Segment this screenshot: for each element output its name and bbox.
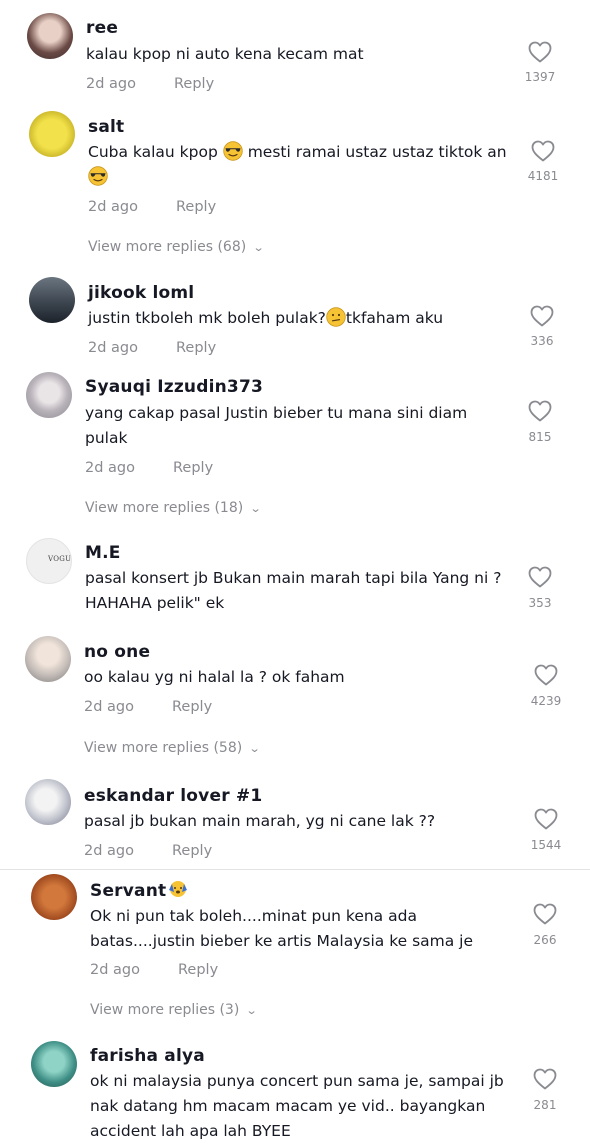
comment-meta: 2d ago Reply — [84, 699, 212, 715]
heart-outline-icon[interactable] — [534, 664, 558, 686]
comment-time: 2d ago — [86, 76, 136, 92]
comment-text-line: ok ni malaysia punya concert pun sama je… — [90, 1072, 504, 1090]
like-count: 281 — [533, 1098, 557, 1112]
like-count: 815 — [528, 430, 552, 444]
comment-text: ok ni malaysia punya concert pun sama je… — [90, 1069, 530, 1144]
heart-outline-icon[interactable] — [533, 1068, 557, 1090]
avatar[interactable] — [29, 277, 75, 323]
confused-face-emoji-icon — [326, 307, 346, 327]
avatar[interactable] — [31, 1041, 77, 1087]
comment-text-line: pasal konsert jb Bukan main marah tapi b… — [85, 569, 502, 587]
comment-text: pasal konsert jb Bukan main marah tapi b… — [85, 566, 525, 616]
heart-outline-icon[interactable] — [528, 400, 552, 422]
like-count: 266 — [533, 933, 557, 947]
view-more-replies-label: View more replies (68) — [88, 239, 247, 255]
comment-text: oo kalau yg ni halal la ? ok faham — [84, 668, 345, 686]
comment-text: pasal jb bukan main marah, yg ni cane la… — [84, 812, 436, 830]
reply-button[interactable]: Reply — [172, 843, 212, 859]
comment-meta: 2d ago Reply — [84, 843, 212, 859]
reply-button[interactable]: Reply — [176, 340, 216, 356]
like-count: 4239 — [530, 694, 562, 708]
comment-text-part: justin tkboleh mk boleh pulak? — [88, 309, 326, 327]
comment-text-line: HAHAHA pelik" ek — [85, 594, 225, 612]
username[interactable]: Syauqi Izzudin373 — [85, 377, 263, 397]
chevron-down-icon: ⌄ — [245, 1004, 258, 1017]
avatar[interactable] — [25, 636, 71, 682]
like-count: 336 — [530, 334, 554, 348]
reply-button[interactable]: Reply — [176, 199, 216, 215]
comment-time: 2d ago — [88, 199, 138, 215]
avatar[interactable]: VOGUE — [26, 538, 72, 584]
view-more-replies-button[interactable]: View more replies (18) ⌄ — [85, 500, 262, 516]
comment-text: justin tkboleh mk boleh pulak? tkfaham ak… — [88, 306, 528, 331]
heart-outline-icon[interactable] — [528, 41, 552, 63]
comment-text: Cuba kalau kpop mesti ramai ustaz ustaz … — [88, 140, 528, 190]
avatar-logo-text: VOGUE — [48, 555, 72, 563]
comment-meta: 2d ago Reply — [85, 460, 213, 476]
comment-meta: 2d ago Reply — [90, 962, 218, 978]
chevron-down-icon: ⌄ — [252, 241, 265, 254]
avatar[interactable] — [29, 111, 75, 157]
heart-outline-icon[interactable] — [530, 305, 554, 327]
comment-meta: 2d ago Reply — [86, 76, 214, 92]
divider — [0, 869, 590, 870]
comment-text-part: Cuba kalau kpop — [88, 143, 218, 161]
avatar[interactable] — [25, 779, 71, 825]
comment-text-line: batas....justin bieber ke artis Malaysia… — [90, 932, 474, 950]
username[interactable]: jikook loml — [88, 283, 194, 303]
comment-meta: 2d ago Reply — [88, 340, 216, 356]
heart-outline-icon[interactable] — [531, 140, 555, 162]
face-with-hands-emoji-icon — [168, 880, 188, 900]
comment-text-line: accident lah apa lah BYEE — [90, 1122, 291, 1140]
view-more-replies-label: View more replies (18) — [85, 500, 244, 516]
reply-button[interactable]: Reply — [172, 699, 212, 715]
comment-time: 2d ago — [84, 843, 134, 859]
heart-outline-icon[interactable] — [534, 808, 558, 830]
username[interactable]: salt — [88, 117, 124, 137]
comment-text-line: pulak — [85, 429, 128, 447]
like-count: 1544 — [530, 838, 562, 852]
comment-text-line: Ok ni pun tak boleh....minat pun kena ad… — [90, 907, 417, 925]
comment-text: yang cakap pasal Justin bieber tu mana s… — [85, 401, 525, 451]
comment-text-line: yang cakap pasal Justin bieber tu mana s… — [85, 404, 468, 422]
comment-text: kalau kpop ni auto kena kecam mat — [86, 45, 364, 63]
heart-outline-icon[interactable] — [533, 903, 557, 925]
username[interactable]: ree — [86, 18, 118, 38]
sunglasses-emoji-icon — [223, 141, 243, 161]
comment-text-part: mesti ramai ustaz ustaz tiktok an — [247, 143, 507, 161]
avatar[interactable] — [26, 372, 72, 418]
reply-button[interactable]: Reply — [173, 460, 213, 476]
heart-outline-icon[interactable] — [528, 566, 552, 588]
comment-text: Ok ni pun tak boleh....minat pun kena ad… — [90, 904, 530, 954]
username[interactable]: Servant — [90, 880, 188, 901]
like-count: 1397 — [524, 70, 556, 84]
view-more-replies-button[interactable]: View more replies (3) ⌄ — [90, 1002, 258, 1018]
username[interactable]: farisha alya — [90, 1046, 205, 1066]
view-more-replies-label: View more replies (58) — [84, 740, 243, 756]
like-count: 4181 — [527, 169, 559, 183]
username-text: Servant — [90, 881, 167, 901]
view-more-replies-button[interactable]: View more replies (58) ⌄ — [84, 740, 261, 756]
comment-time: 2d ago — [90, 962, 140, 978]
comment-meta: 2d ago Reply — [88, 199, 216, 215]
view-more-replies-label: View more replies (3) — [90, 1002, 240, 1018]
reply-button[interactable]: Reply — [178, 962, 218, 978]
chevron-down-icon: ⌄ — [249, 502, 262, 515]
view-more-replies-button[interactable]: View more replies (68) ⌄ — [88, 239, 265, 255]
comment-time: 2d ago — [84, 699, 134, 715]
username[interactable]: no one — [84, 642, 150, 662]
comment-text-part: tkfaham aku — [345, 309, 444, 327]
chevron-down-icon: ⌄ — [248, 742, 261, 755]
comment-time: 2d ago — [85, 460, 135, 476]
sunglasses-emoji-icon — [88, 166, 108, 186]
comment-text-line: nak datang hm macam macam ye vid.. bayan… — [90, 1097, 486, 1115]
reply-button[interactable]: Reply — [174, 76, 214, 92]
avatar[interactable] — [27, 13, 73, 59]
avatar[interactable] — [31, 874, 77, 920]
like-count: 353 — [528, 596, 552, 610]
comment-time: 2d ago — [88, 340, 138, 356]
username[interactable]: eskandar lover #1 — [84, 786, 262, 806]
username[interactable]: M.E — [85, 543, 121, 563]
